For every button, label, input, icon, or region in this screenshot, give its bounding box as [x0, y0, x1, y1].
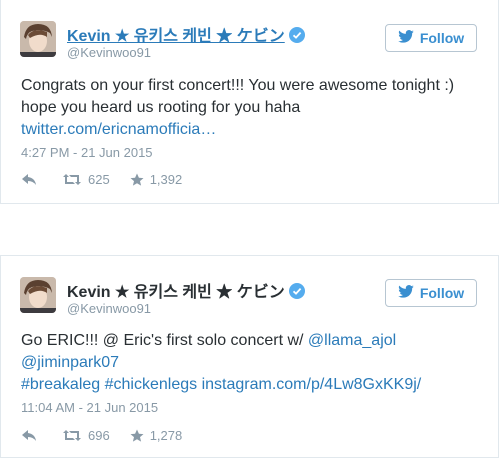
- tweet-link[interactable]: twitter.com/ericnamofficia…: [21, 121, 216, 138]
- twitter-bird-icon: [398, 30, 414, 46]
- favorite-count: 1,392: [149, 172, 183, 187]
- favorite-button[interactable]: 1,278: [130, 428, 183, 443]
- follow-button[interactable]: Follow: [385, 24, 477, 52]
- tweet-card: Kevin ★ 유키스 케빈 ★ ケビン @Kevinwoo91 Follow …: [0, 255, 499, 458]
- hashtag-link[interactable]: #chickenlegs: [105, 376, 198, 393]
- reply-button[interactable]: [21, 173, 38, 186]
- avatar[interactable]: [20, 277, 56, 313]
- tweet-link[interactable]: instagram.com/p/4Lw8GxKK9j/: [202, 376, 422, 393]
- tweet-text: Go ERIC!!! @ Eric's first solo concert w…: [21, 332, 422, 393]
- tweet-text: Congrats on your first concert!!! You we…: [21, 77, 455, 138]
- verified-badge-icon: [288, 27, 305, 48]
- timestamp[interactable]: 11:04 AM - 21 Jun 2015: [21, 400, 158, 415]
- favorite-button[interactable]: 1,392: [130, 172, 183, 187]
- reply-icon: [21, 429, 38, 442]
- hashtag-link[interactable]: #breakaleg: [21, 376, 100, 393]
- twitter-bird-icon: [398, 285, 414, 301]
- tweet-actions: 696 1,278: [21, 428, 182, 443]
- retweet-icon: [62, 173, 82, 186]
- tweet-actions: 625 1,392: [21, 172, 182, 187]
- star-icon: [130, 173, 144, 187]
- avatar[interactable]: [20, 21, 56, 57]
- username[interactable]: @Kevinwoo91: [67, 301, 151, 316]
- star-icon: [130, 429, 144, 443]
- favorite-count: 1,278: [149, 428, 183, 443]
- separator: [0, 204, 501, 255]
- retweet-count: 696: [88, 428, 110, 443]
- tweet-card: Kevin ★ 유키스 케빈 ★ ケビン @Kevinwoo91 Follow …: [0, 0, 499, 204]
- retweet-count: 625: [88, 172, 110, 187]
- retweet-icon: [62, 429, 82, 442]
- retweet-button[interactable]: 625: [62, 172, 110, 187]
- mention-link[interactable]: @jiminpark07: [21, 354, 119, 371]
- follow-button[interactable]: Follow: [385, 279, 477, 307]
- retweet-button[interactable]: 696: [62, 428, 110, 443]
- timestamp[interactable]: 4:27 PM - 21 Jun 2015: [21, 145, 153, 160]
- reply-button[interactable]: [21, 429, 38, 442]
- username[interactable]: @Kevinwoo91: [67, 45, 151, 60]
- verified-badge-icon: [288, 283, 305, 304]
- reply-icon: [21, 173, 38, 186]
- mention-link[interactable]: @llama_ajol: [308, 332, 396, 349]
